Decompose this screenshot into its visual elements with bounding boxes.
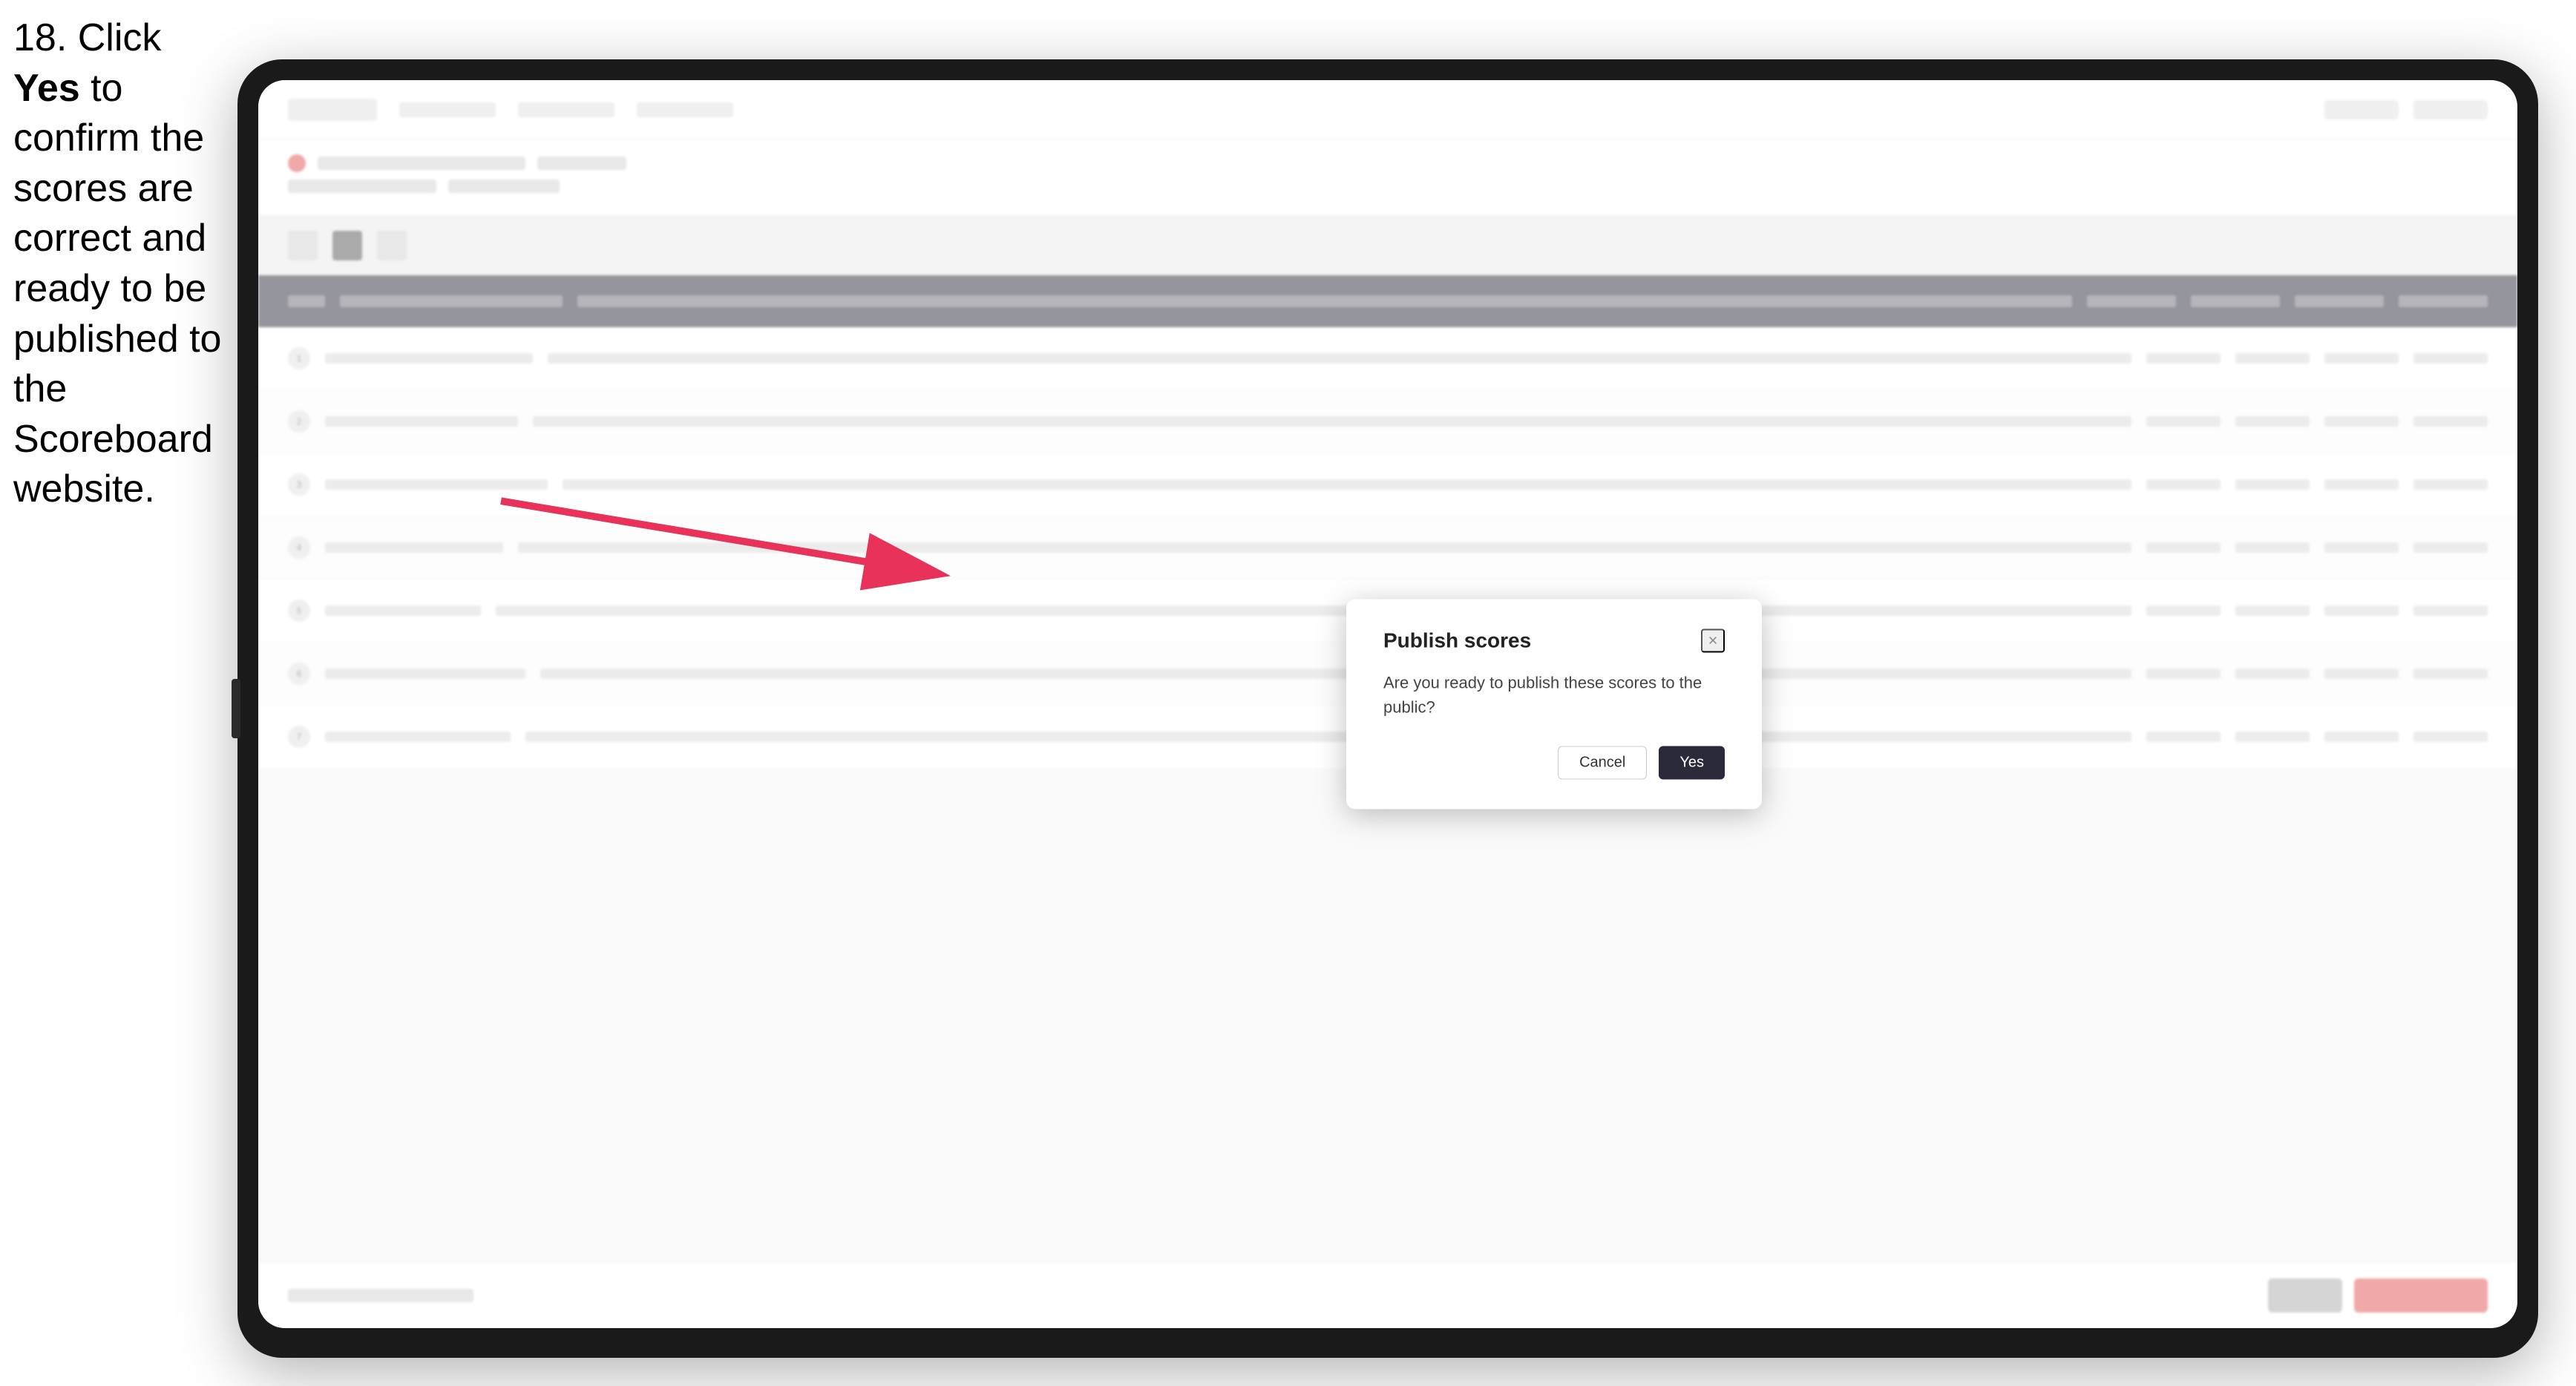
cancel-button[interactable]: Cancel bbox=[1558, 746, 1647, 780]
tablet-screen: 1 2 bbox=[258, 80, 2517, 1328]
modal-footer: Cancel Yes bbox=[1383, 746, 1725, 780]
yes-button[interactable]: Yes bbox=[1659, 746, 1725, 780]
modal-title: Publish scores bbox=[1383, 629, 1531, 653]
publish-scores-modal: Publish scores × Are you ready to publis… bbox=[1346, 600, 1762, 809]
instruction-suffix: to confirm the scores are correct and re… bbox=[13, 67, 221, 511]
modal-header: Publish scores × bbox=[1383, 629, 1725, 653]
instruction-text: 18. Click Yes to confirm the scores are … bbox=[13, 13, 229, 515]
instruction-bold: Yes bbox=[13, 67, 80, 110]
instruction-prefix: Click bbox=[78, 16, 162, 59]
step-number: 18. bbox=[13, 16, 67, 59]
tablet-device: 1 2 bbox=[237, 59, 2538, 1358]
tablet-side-button bbox=[232, 679, 240, 738]
modal-close-button[interactable]: × bbox=[1701, 629, 1725, 653]
modal-body: Are you ready to publish these scores to… bbox=[1383, 671, 1725, 720]
tablet-frame: 1 2 bbox=[237, 59, 2538, 1358]
